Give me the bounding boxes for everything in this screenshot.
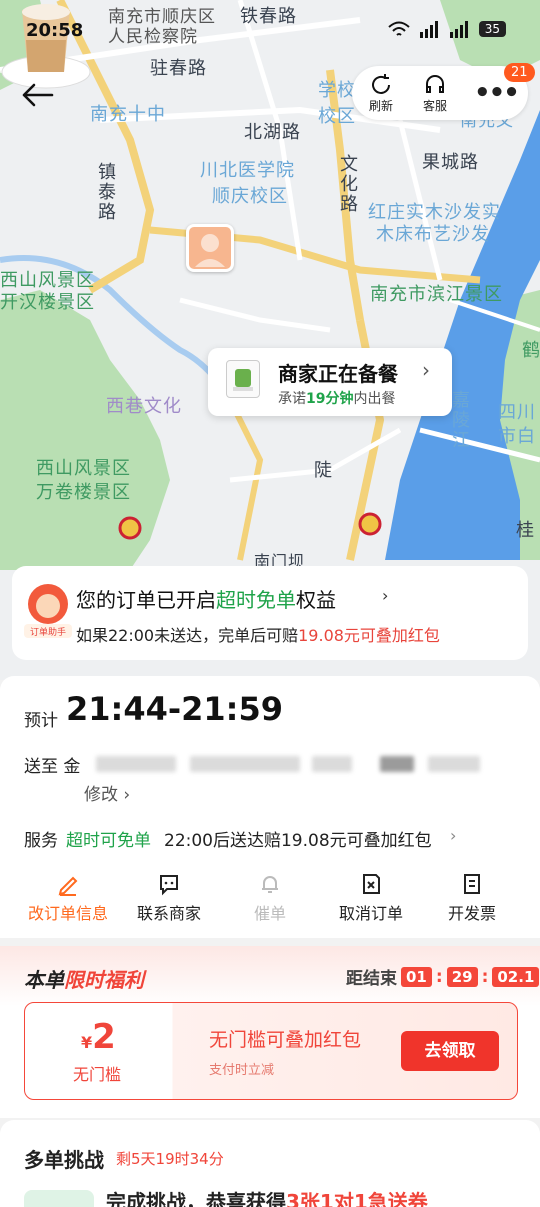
challenge-icon bbox=[24, 1190, 94, 1207]
chevron-right-icon: › bbox=[382, 586, 389, 605]
battery-indicator: 35 bbox=[478, 21, 506, 37]
edit-address-link[interactable]: 修改 › bbox=[84, 780, 130, 805]
chevron-right-icon[interactable]: › bbox=[450, 826, 456, 845]
status-bar: 20:58 35 bbox=[0, 0, 540, 60]
signal-icon bbox=[419, 21, 438, 38]
redacted-address bbox=[312, 756, 352, 772]
map-label: 四川 bbox=[498, 402, 536, 423]
redacted-address bbox=[428, 756, 480, 772]
eta-value: 21:44-21:59 bbox=[66, 690, 283, 728]
edit-icon bbox=[58, 876, 78, 896]
status-time: 20:58 bbox=[26, 20, 84, 41]
service-label: 客服 bbox=[422, 98, 447, 113]
redacted-address bbox=[380, 756, 414, 772]
merchant-status-title: 商家正在备餐 bbox=[278, 362, 398, 386]
back-arrow-icon[interactable] bbox=[20, 80, 56, 110]
edit-order-button[interactable]: 改订单信息 bbox=[18, 872, 118, 924]
chevron-right-icon: › bbox=[422, 358, 430, 382]
cancel-order-button[interactable]: 取消订单 bbox=[321, 872, 421, 924]
refresh-label: 刷新 bbox=[368, 98, 393, 113]
map-label: 文化路 bbox=[337, 154, 358, 214]
overtime-card-sub: 如果22:00未送达，完单后可赔19.08元可叠加红包 bbox=[76, 626, 440, 645]
map-label: 鹤 bbox=[522, 340, 540, 361]
challenge-title: 多单挑战 bbox=[24, 1148, 104, 1172]
eta-label: 预计 bbox=[24, 711, 58, 731]
chat-icon bbox=[160, 875, 178, 896]
challenge-text: 完成挑战，恭喜获得3张1对1急送券 bbox=[106, 1190, 428, 1207]
welfare-countdown: 距结束 01: 29: 02.1 bbox=[346, 964, 540, 989]
cancel-order-icon bbox=[363, 874, 380, 894]
welfare-title: 本单限时福利 bbox=[24, 968, 144, 992]
person-icon bbox=[195, 234, 225, 267]
coupon-condition: 无门槛 bbox=[73, 1065, 122, 1084]
refresh-button[interactable]: 刷新 bbox=[356, 73, 406, 114]
order-assistant-icon: 订单助手 bbox=[24, 584, 72, 638]
status-icons: 35 bbox=[387, 20, 506, 38]
customer-service-button[interactable]: 客服 bbox=[410, 73, 460, 114]
address-label: 送至 金 bbox=[24, 757, 81, 777]
wifi-icon bbox=[388, 21, 410, 36]
map-label: 校区 bbox=[318, 106, 356, 127]
claim-coupon-button[interactable]: 去领取 bbox=[401, 1031, 499, 1071]
merchant-status-bubble[interactable]: 商家正在备餐 › 承诺19分钟内出餐 bbox=[208, 348, 452, 416]
map-label: 桂 bbox=[516, 520, 535, 541]
map-label: 川北医学院 bbox=[200, 160, 295, 181]
invoice-button[interactable]: 开发票 bbox=[422, 872, 522, 924]
address-value: 金 bbox=[63, 757, 81, 777]
coupon-amount: ¥2 bbox=[81, 1017, 116, 1057]
map-label: 开汉楼景区 bbox=[0, 292, 95, 313]
headset-icon bbox=[426, 74, 444, 93]
map-label: 市白 bbox=[498, 426, 536, 447]
bell-icon bbox=[262, 876, 278, 893]
map-label: 南充十中 bbox=[90, 104, 166, 125]
rider-location-pin[interactable] bbox=[186, 224, 234, 272]
refresh-icon bbox=[372, 73, 390, 94]
limited-welfare-section: 本单限时福利 距结束 01: 29: 02.1 ¥2 无门槛 无门槛可叠加红包 … bbox=[0, 946, 540, 1118]
map-label: 陡 bbox=[314, 460, 333, 481]
map-label: 西山风景区 bbox=[36, 458, 131, 479]
more-options-icon[interactable]: ••• bbox=[474, 80, 520, 106]
redacted-address bbox=[96, 756, 176, 772]
merchant-thumbnail bbox=[226, 360, 260, 398]
multi-order-challenge[interactable]: 多单挑战 剩5天19时34分 完成挑战，恭喜获得3张1对1急送券 bbox=[0, 1120, 540, 1207]
coupon-subtitle: 支付时立减 bbox=[209, 1063, 275, 1078]
map-label: 顺庆校区 bbox=[212, 186, 288, 207]
challenge-timer: 剩5天19时34分 bbox=[116, 1150, 224, 1168]
map-label: 木床布艺沙发 bbox=[376, 224, 490, 245]
map-label: 南充市滨江景区 bbox=[370, 284, 503, 305]
map-label: 果城路 bbox=[422, 152, 479, 173]
service-highlight: 超时可免单 bbox=[66, 831, 151, 851]
service-text: 22:00后送达赔19.08元可叠加红包 bbox=[164, 831, 432, 851]
merchant-status-sub: 承诺19分钟内出餐 bbox=[278, 391, 396, 407]
order-assistant-label: 订单助手 bbox=[30, 626, 66, 638]
coupon-title: 无门槛可叠加红包 bbox=[209, 1029, 362, 1051]
overtime-free-card[interactable]: 订单助手 您的订单已开启超时免单权益 › 如果22:00未送达，完单后可赔19.… bbox=[12, 566, 528, 660]
overtime-card-title: 您的订单已开启超时免单权益 bbox=[76, 588, 336, 612]
red-packet-coupon[interactable]: ¥2 无门槛 无门槛可叠加红包 支付时立减 去领取 bbox=[24, 1002, 518, 1100]
map-label: 镇泰路 bbox=[95, 162, 116, 222]
top-tools: 刷新 客服 ••• bbox=[352, 66, 528, 120]
map-label: 万卷楼景区 bbox=[36, 482, 131, 503]
contact-merchant-button[interactable]: 联系商家 bbox=[119, 872, 219, 924]
invoice-icon bbox=[464, 874, 480, 894]
redacted-address bbox=[190, 756, 300, 772]
signal-icon bbox=[449, 21, 468, 38]
map-label: 学校 bbox=[318, 80, 356, 101]
notification-badge: 21 bbox=[504, 63, 535, 82]
order-info-panel: 预计 21:44-21:59 送至 金 修改 › 服务 超时可免单 22:00后… bbox=[0, 676, 540, 938]
map-label: 北湖路 bbox=[244, 122, 301, 143]
urge-order-button[interactable]: 催单 bbox=[220, 872, 320, 924]
map-label: 西巷文化 bbox=[106, 396, 182, 417]
order-actions: 改订单信息 联系商家 催单 取消订单 开发票 bbox=[0, 872, 540, 932]
service-label: 服务 bbox=[24, 831, 58, 851]
